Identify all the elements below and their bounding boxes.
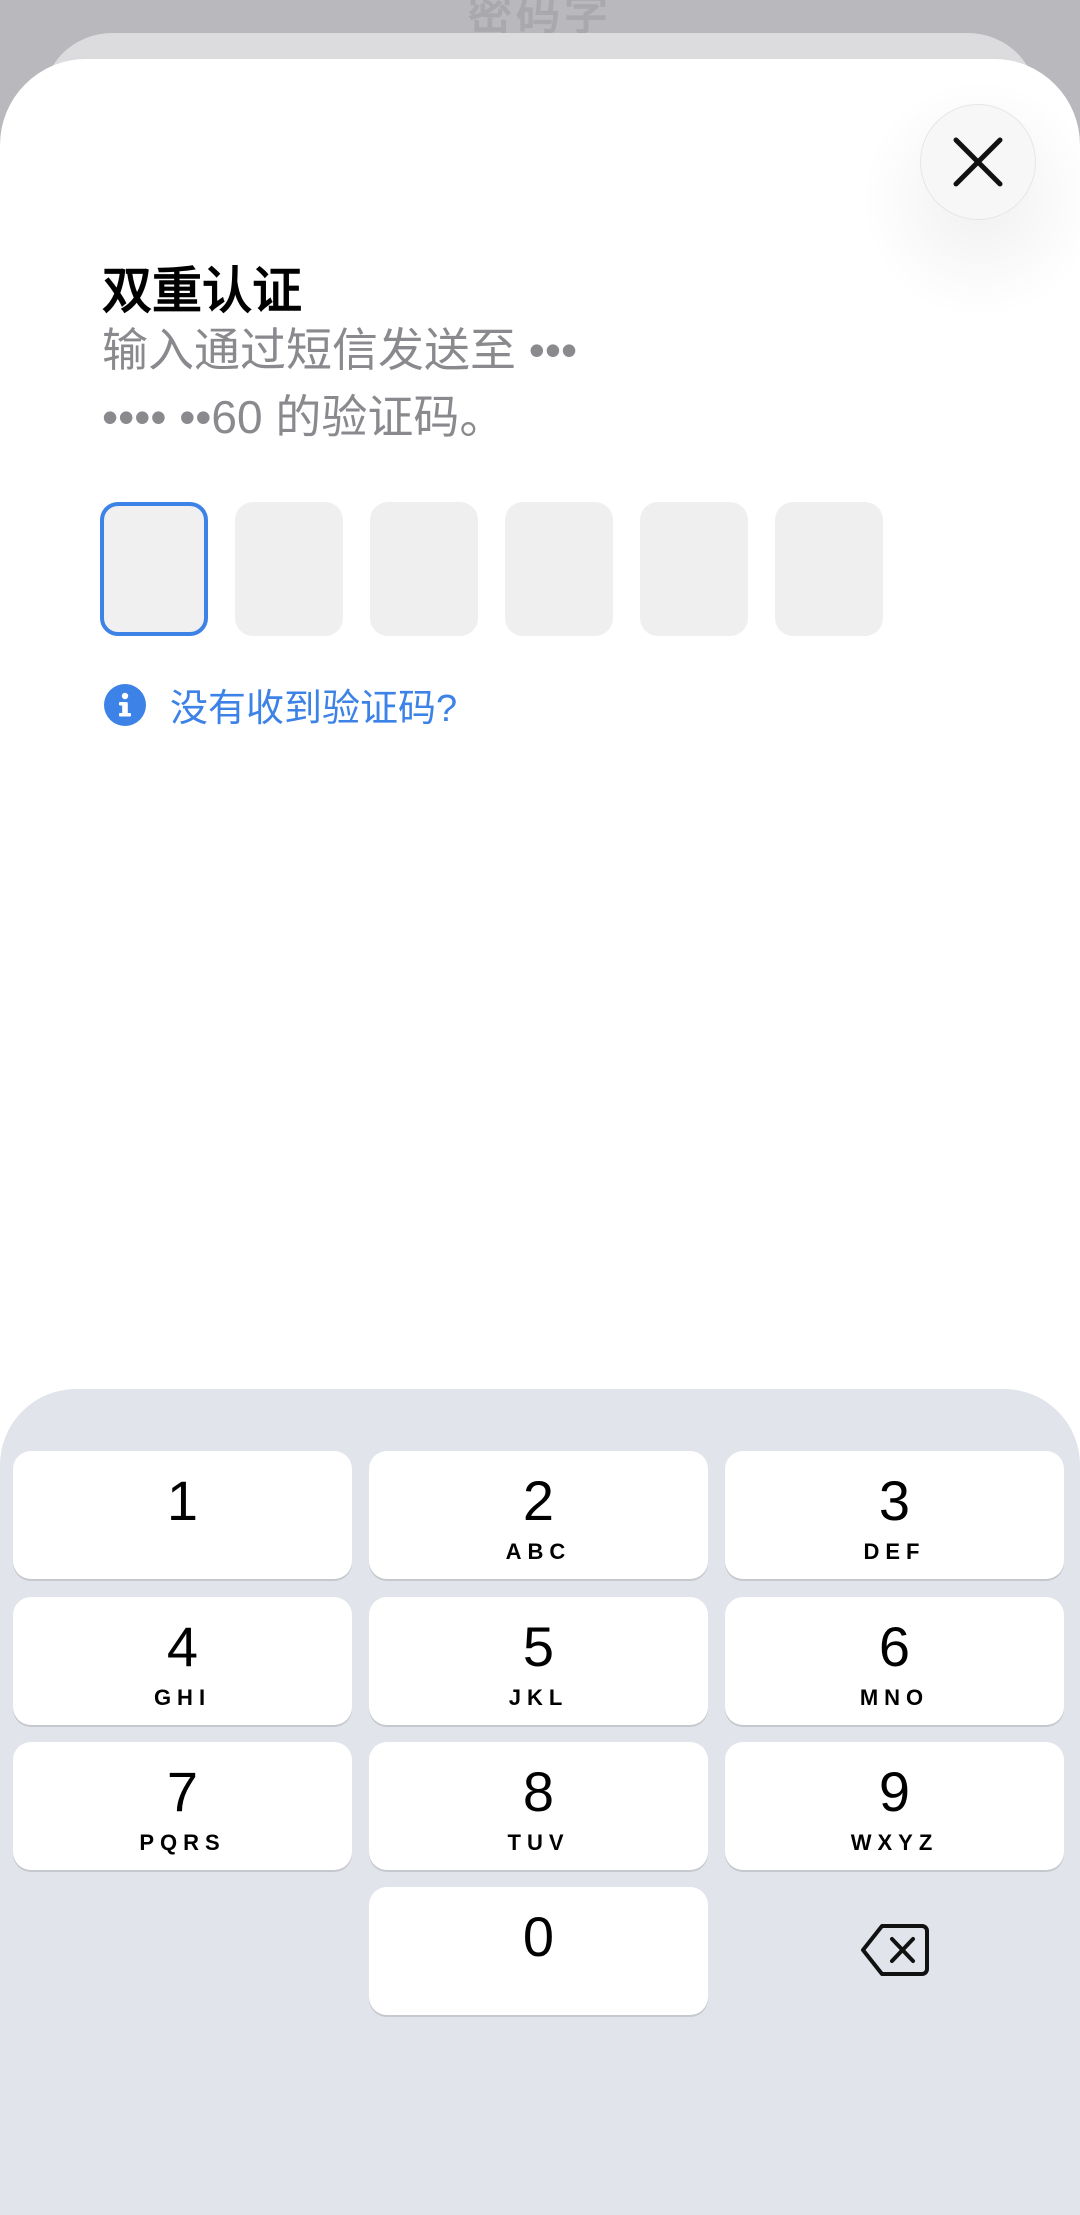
key-1-number: 1: [166, 1469, 199, 1532]
key-3-number: 3: [878, 1469, 911, 1532]
page-title: 双重认证: [102, 263, 302, 319]
key-0-number: 0: [522, 1905, 555, 1968]
backspace-key[interactable]: [855, 1920, 935, 1980]
key-8-number: 8: [522, 1760, 555, 1823]
code-digit-1[interactable]: [100, 502, 208, 636]
resend-help-link[interactable]: 没有收到验证码?: [104, 677, 457, 732]
key-6-number: 6: [878, 1615, 911, 1678]
key-1[interactable]: 1: [13, 1451, 352, 1579]
subtitle: 输入通过短信发送至 ••• •••• ••60 的验证码。: [102, 317, 702, 451]
key-4-number: 4: [166, 1615, 199, 1678]
backspace-icon: [861, 1924, 929, 1976]
info-icon: [104, 683, 146, 726]
key-8[interactable]: 8 TUV: [369, 1742, 708, 1870]
key-3-letters: DEF: [863, 1539, 926, 1564]
key-7-number: 7: [166, 1760, 199, 1823]
key-9-letters: WXYZ: [850, 1830, 939, 1855]
code-digit-5[interactable]: [640, 502, 748, 636]
key-5-number: 5: [522, 1615, 555, 1678]
key-7-letters: PQRS: [139, 1830, 226, 1855]
code-digit-2[interactable]: [235, 502, 343, 636]
subtitle-line-2: •••• ••60 的验证码。: [102, 391, 506, 443]
key-4[interactable]: 4 GHI: [13, 1597, 352, 1725]
code-digit-3[interactable]: [370, 502, 478, 636]
key-5-letters: JKL: [508, 1685, 569, 1710]
close-button[interactable]: [920, 104, 1036, 220]
key-4-letters: GHI: [153, 1685, 212, 1710]
code-digit-6[interactable]: [775, 502, 883, 636]
close-icon: [953, 137, 1003, 187]
key-8-letters: TUV: [507, 1830, 570, 1855]
key-2-number: 2: [522, 1469, 555, 1532]
key-7[interactable]: 7 PQRS: [13, 1742, 352, 1870]
key-0[interactable]: 0: [369, 1887, 708, 2015]
key-2-letters: ABC: [505, 1539, 572, 1564]
key-9[interactable]: 9 WXYZ: [725, 1742, 1064, 1870]
key-6[interactable]: 6 MNO: [725, 1597, 1064, 1725]
subtitle-line-1: 输入通过短信发送至 •••: [102, 324, 578, 376]
key-9-number: 9: [878, 1760, 911, 1823]
code-digit-4[interactable]: [505, 502, 613, 636]
resend-help-text: 没有收到验证码?: [170, 688, 458, 730]
key-3[interactable]: 3 DEF: [725, 1451, 1064, 1579]
code-input-row: [100, 502, 883, 636]
key-6-letters: MNO: [859, 1685, 930, 1710]
key-2[interactable]: 2 ABC: [369, 1451, 708, 1579]
key-5[interactable]: 5 JKL: [369, 1597, 708, 1725]
